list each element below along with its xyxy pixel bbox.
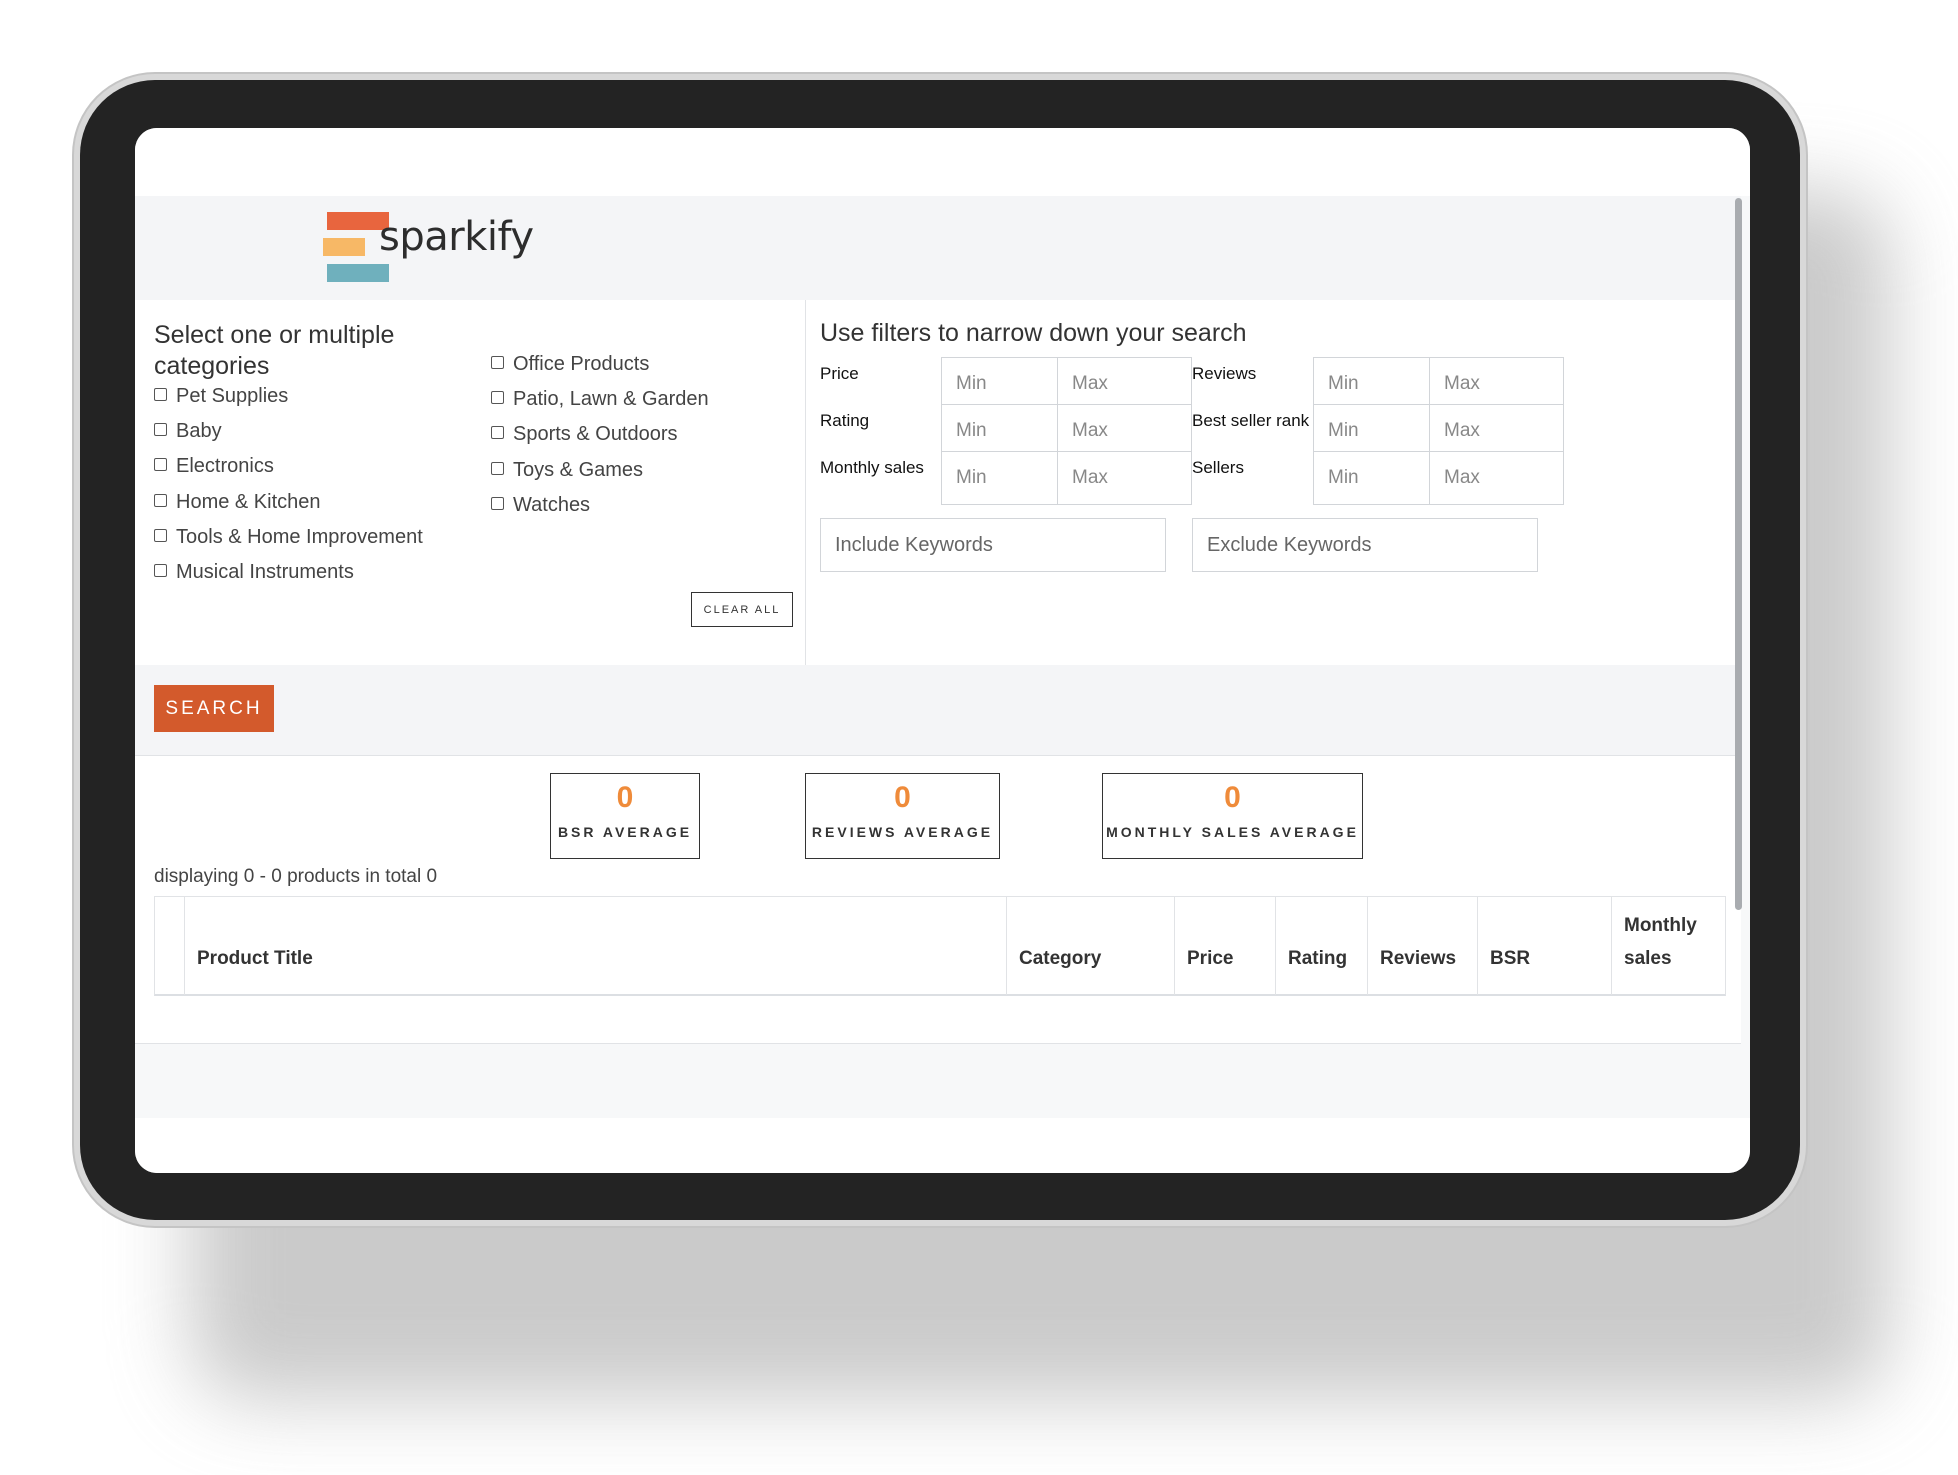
column-monthly-sales[interactable]: Monthly sales <box>1611 897 1725 995</box>
checkbox[interactable] <box>154 494 167 507</box>
bsr-average-value: 0 <box>616 781 634 814</box>
monthly-sales-average-label: MONTHLY SALES AVERAGE <box>1106 824 1359 840</box>
column-product-title[interactable]: Product Title <box>184 897 1006 995</box>
rating-label: Rating <box>820 411 870 430</box>
displaying-count: displaying 0 - 0 products in total 0 <box>154 866 438 887</box>
app-header: sparkify <box>135 196 1741 301</box>
checkbox[interactable] <box>154 458 167 471</box>
bsr-max-input[interactable]: Max <box>1429 404 1564 458</box>
categories-title: Select one or multiple categories <box>154 321 395 380</box>
price-max-input[interactable]: Max <box>1057 357 1192 411</box>
monthly-sales-label: Monthly sales <box>820 458 924 477</box>
checkbox[interactable] <box>154 423 167 436</box>
price-label: Price <box>820 364 859 383</box>
sparkify-logo[interactable]: sparkify <box>323 212 534 286</box>
monthly-sales-average-card: 0 MONTHLY SALES AVERAGE <box>1102 773 1363 859</box>
best-seller-rank-label: Best seller rank <box>1192 411 1310 430</box>
reviews-label: Reviews <box>1192 364 1257 383</box>
search-band: SEARCH <box>135 665 1741 756</box>
bsr-average-card: 0 BSR AVERAGE <box>550 773 700 859</box>
results-section: 0 BSR AVERAGE 0 REVIEWS AVERAGE 0 MONTHL… <box>135 756 1741 1044</box>
vertical-scrollbar[interactable] <box>1735 198 1742 910</box>
column-bsr[interactable]: BSR <box>1477 897 1611 995</box>
reviews-max-input[interactable]: Max <box>1429 357 1564 411</box>
category-sports-outdoors[interactable]: Sports & Outdoors <box>491 423 678 446</box>
checkbox[interactable] <box>154 529 167 542</box>
categories-panel: Select one or multiple categories Pet Su… <box>135 300 806 666</box>
checkbox[interactable] <box>491 497 504 510</box>
category-office-products[interactable]: Office Products <box>491 353 649 376</box>
rating-min-input[interactable]: Min <box>941 404 1076 458</box>
sellers-min-input[interactable]: Min <box>1313 451 1448 505</box>
reviews-min-input[interactable]: Min <box>1313 357 1448 411</box>
column-price[interactable]: Price <box>1174 897 1275 995</box>
filters-title: Use filters to narrow down your search <box>820 319 1247 347</box>
category-electronics[interactable]: Electronics <box>154 455 274 478</box>
sellers-label: Sellers <box>1192 458 1244 477</box>
category-musical-instruments[interactable]: Musical Instruments <box>154 561 354 584</box>
category-pet-supplies[interactable]: Pet Supplies <box>154 385 288 408</box>
checkbox[interactable] <box>491 426 504 439</box>
category-baby[interactable]: Baby <box>154 420 222 443</box>
rating-max-input[interactable]: Max <box>1057 404 1192 458</box>
checkbox[interactable] <box>491 462 504 475</box>
price-min-input[interactable]: Min <box>941 357 1076 411</box>
reviews-average-card: 0 REVIEWS AVERAGE <box>805 773 1000 859</box>
filters-panel: Use filters to narrow down your search P… <box>806 300 1741 666</box>
column-category[interactable]: Category <box>1006 897 1174 995</box>
checkbox[interactable] <box>154 564 167 577</box>
bsr-average-label: BSR AVERAGE <box>557 824 693 840</box>
logo-bar-yellow <box>323 238 365 256</box>
search-button[interactable]: SEARCH <box>154 685 274 732</box>
reviews-average-value: 0 <box>894 781 911 814</box>
category-watches[interactable]: Watches <box>491 494 590 517</box>
bsr-min-input[interactable]: Min <box>1313 404 1448 458</box>
category-tools-home-improvement[interactable]: Tools & Home Improvement <box>154 526 423 549</box>
products-table: Product Title Category Price Rating Revi… <box>154 896 1726 996</box>
checkbox[interactable] <box>491 391 504 404</box>
column-reviews[interactable]: Reviews <box>1367 897 1477 995</box>
category-toys-games[interactable]: Toys & Games <box>491 459 643 482</box>
category-home-kitchen[interactable]: Home & Kitchen <box>154 491 321 514</box>
exclude-keywords-input[interactable]: Exclude Keywords <box>1192 518 1538 572</box>
monthly-sales-average-value: 0 <box>1224 781 1241 814</box>
select-column-header[interactable] <box>155 897 184 995</box>
checkbox[interactable] <box>491 356 504 369</box>
sellers-max-input[interactable]: Max <box>1429 451 1564 505</box>
clear-all-button[interactable]: CLEAR ALL <box>691 592 793 627</box>
column-rating[interactable]: Rating <box>1275 897 1367 995</box>
top-strip <box>135 128 1750 196</box>
include-keywords-input[interactable]: Include Keywords <box>820 518 1166 572</box>
logo-wordmark: sparkify <box>379 214 534 260</box>
reviews-average-label: REVIEWS AVERAGE <box>811 824 994 840</box>
logo-bar-teal <box>327 264 389 282</box>
checkbox[interactable] <box>154 388 167 401</box>
bottom-strip <box>135 1118 1750 1173</box>
category-patio-lawn-garden[interactable]: Patio, Lawn & Garden <box>491 388 709 411</box>
app-screen: sparkify Select one or multiple categori… <box>135 128 1750 1173</box>
monthly-sales-max-input[interactable]: Max <box>1057 451 1192 505</box>
monthly-sales-min-input[interactable]: Min <box>941 451 1076 505</box>
